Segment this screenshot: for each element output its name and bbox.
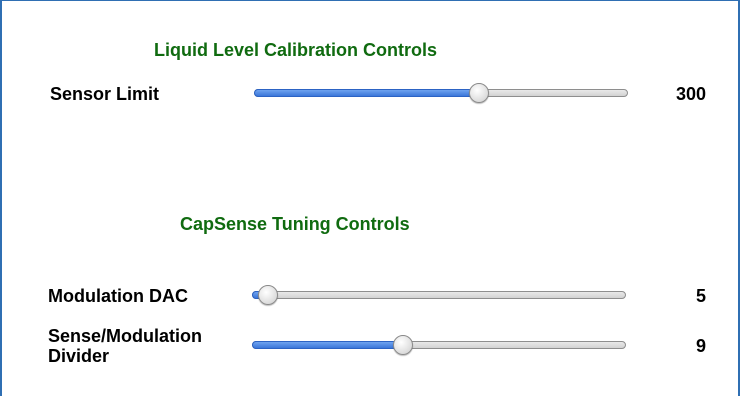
sensor-limit-value: 300 (675, 84, 706, 104)
slider-fill (252, 341, 404, 349)
liquid-level-section-title: Liquid Level Calibration Controls (154, 40, 438, 60)
sensor-limit-label: Sensor Limit (50, 84, 160, 104)
slider-thumb[interactable] (392, 335, 413, 355)
slider-thumb[interactable] (469, 83, 490, 103)
slider-track (252, 291, 626, 299)
capsense-section-title: CapSense Tuning Controls (180, 214, 410, 234)
label-line: Sense/Modulation (48, 326, 203, 346)
modulation-dac-value: 5 (695, 286, 706, 306)
sense-modulation-divider-label: Sense/Modulation Divider (48, 326, 202, 366)
modulation-dac-label: Modulation DAC (48, 286, 188, 306)
modulation-dac-slider[interactable] (252, 285, 626, 305)
slider-thumb[interactable] (257, 285, 278, 305)
sense-modulation-divider-slider[interactable] (252, 335, 626, 355)
slider-fill (254, 89, 481, 97)
sensor-limit-slider[interactable] (254, 83, 628, 103)
label-line: Divider (48, 346, 110, 366)
sense-modulation-divider-value: 9 (695, 336, 706, 356)
